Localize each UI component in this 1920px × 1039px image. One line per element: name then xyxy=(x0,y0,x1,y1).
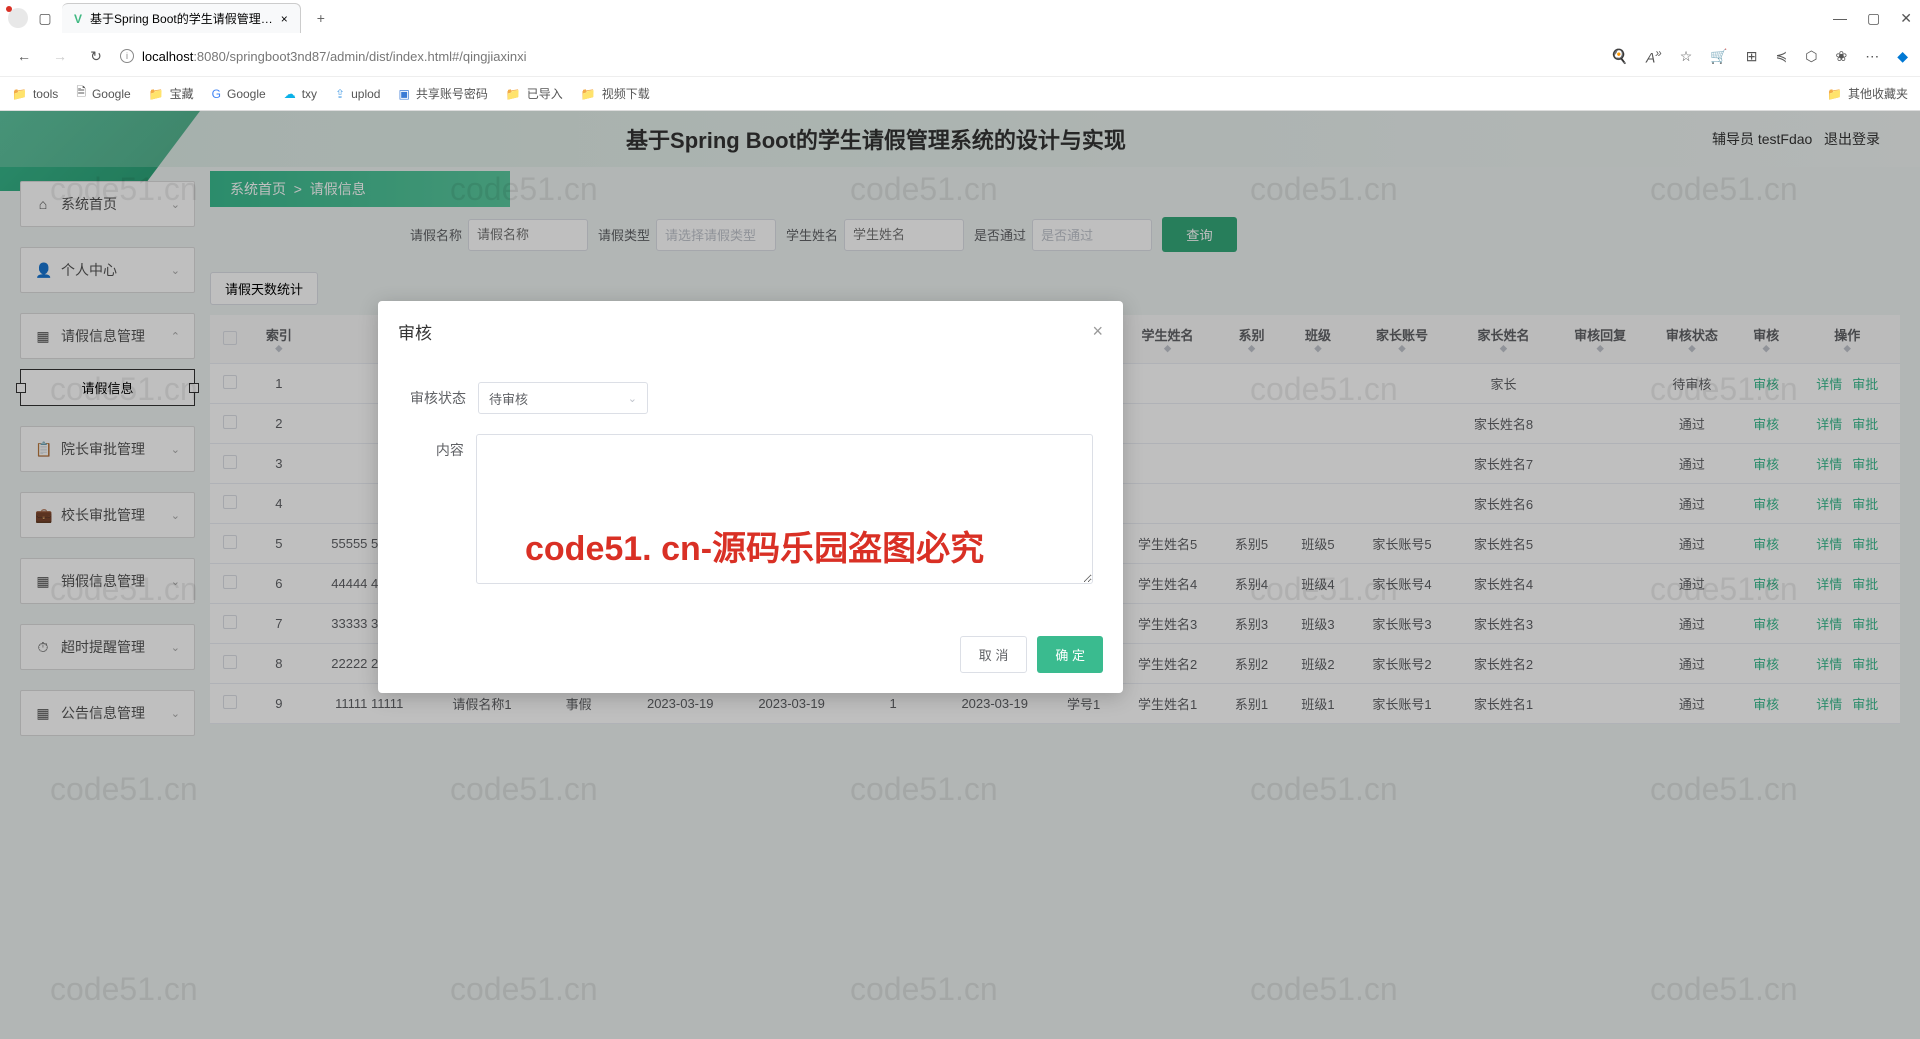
tab-overview-icon[interactable]: ▢ xyxy=(36,9,54,27)
forward-icon: → xyxy=(48,48,72,64)
bookmark-tools[interactable]: 📁tools xyxy=(12,87,58,101)
audit-dialog: 审核 × 审核状态 待审核 ⌄ 内容 取 消 确 定 xyxy=(378,301,1123,693)
bookmark-share[interactable]: ▣共享账号密码 xyxy=(398,85,487,102)
dialog-title: 审核 xyxy=(398,319,432,344)
chevron-down-icon: ⌄ xyxy=(628,392,637,405)
dialog-footer: 取 消 确 定 xyxy=(378,624,1123,693)
favorites-bar-icon[interactable]: ≼ xyxy=(1776,48,1788,65)
dialog-body: 审核状态 待审核 ⌄ 内容 xyxy=(378,362,1123,624)
cancel-button[interactable]: 取 消 xyxy=(960,636,1028,673)
close-window-icon[interactable]: ✕ xyxy=(1900,10,1912,27)
browser-tab[interactable]: V 基于Spring Boot的学生请假管理… × xyxy=(62,3,301,33)
refresh-icon[interactable]: ↻ xyxy=(84,48,108,65)
bookmark-baozang[interactable]: 📁宝藏 xyxy=(149,85,194,102)
recipe-icon[interactable]: 🍳 xyxy=(1611,48,1628,65)
bookmark-imported[interactable]: 📁已导入 xyxy=(506,85,563,102)
url-host: localhost xyxy=(142,49,193,64)
new-tab-button[interactable]: + xyxy=(309,10,333,26)
status-select[interactable]: 待审核 ⌄ xyxy=(478,382,648,414)
text-size-icon[interactable]: A» xyxy=(1646,47,1662,66)
cloud-icon: ☁ xyxy=(284,87,296,101)
bookmark-txy[interactable]: ☁txy xyxy=(284,87,317,101)
folder-icon: 📁 xyxy=(1827,87,1842,101)
collections-icon[interactable]: ⊞ xyxy=(1746,48,1758,65)
bookmark-google2[interactable]: GGoogle xyxy=(212,87,266,101)
copilot-icon[interactable]: ◆ xyxy=(1897,48,1908,65)
folder-icon: 📁 xyxy=(506,87,521,101)
bookmark-other[interactable]: 📁其他收藏夹 xyxy=(1827,85,1908,102)
share-icon: ▣ xyxy=(398,87,409,101)
confirm-button[interactable]: 确 定 xyxy=(1037,636,1103,673)
extension2-icon[interactable]: ❀ xyxy=(1835,48,1847,65)
bookmark-uplod[interactable]: ⇪uplod xyxy=(335,87,380,101)
watermark-center: code51. cn-源码乐园盗图必究 xyxy=(525,521,984,570)
favorite-icon[interactable]: ☆ xyxy=(1680,48,1693,65)
bookmark-google[interactable]: 🗎Google xyxy=(76,83,130,104)
maximize-icon[interactable]: ▢ xyxy=(1867,10,1880,27)
extension-icon[interactable]: ⬡ xyxy=(1805,48,1817,65)
minimize-icon[interactable]: — xyxy=(1833,10,1847,27)
site-info-icon[interactable]: i xyxy=(120,49,134,63)
back-icon[interactable]: ← xyxy=(12,48,36,64)
content-label: 内容 xyxy=(408,434,476,460)
cart-icon[interactable]: 🛒 xyxy=(1710,48,1727,65)
address-bar: ← → ↻ i localhost:8080/springboot3nd87/a… xyxy=(0,36,1920,76)
profile-avatar-icon[interactable] xyxy=(8,8,28,28)
browser-chrome: ▢ V 基于Spring Boot的学生请假管理… × + — ▢ ✕ ← → … xyxy=(0,0,1920,111)
url-path: /springboot3nd87/admin/dist/index.html#/… xyxy=(226,49,527,64)
dialog-header: 审核 × xyxy=(378,301,1123,362)
more-icon[interactable]: ⋯ xyxy=(1865,48,1879,65)
dialog-close-icon[interactable]: × xyxy=(1092,321,1103,342)
upload-icon: ⇪ xyxy=(335,87,345,101)
form-row-status: 审核状态 待审核 ⌄ xyxy=(408,382,1093,414)
title-bar: ▢ V 基于Spring Boot的学生请假管理… × + — ▢ ✕ xyxy=(0,0,1920,36)
bookmark-video[interactable]: 📁视频下载 xyxy=(581,85,650,102)
folder-icon: 📁 xyxy=(581,87,596,101)
address-actions: 🍳 A» ☆ 🛒 ⊞ ≼ ⬡ ❀ ⋯ ◆ xyxy=(1611,47,1908,66)
page-icon: 🗎 xyxy=(76,83,86,104)
window-controls: — ▢ ✕ xyxy=(1833,10,1912,27)
url-port: :8080 xyxy=(193,49,226,64)
google-icon: G xyxy=(212,87,221,101)
bookmarks-bar: 📁tools 🗎Google 📁宝藏 GGoogle ☁txy ⇪uplod ▣… xyxy=(0,76,1920,110)
tab-title: 基于Spring Boot的学生请假管理… xyxy=(90,10,273,27)
status-label: 审核状态 xyxy=(408,382,478,408)
folder-icon: 📁 xyxy=(12,87,27,101)
folder-icon: 📁 xyxy=(149,87,164,101)
app-root: 基于Spring Boot的学生请假管理系统的设计与实现 辅导员 testFda… xyxy=(0,111,1920,1039)
url-bar[interactable]: i localhost:8080/springboot3nd87/admin/d… xyxy=(120,49,1599,64)
tab-close-icon[interactable]: × xyxy=(281,12,288,26)
tab-favicon-icon: V xyxy=(74,12,82,26)
